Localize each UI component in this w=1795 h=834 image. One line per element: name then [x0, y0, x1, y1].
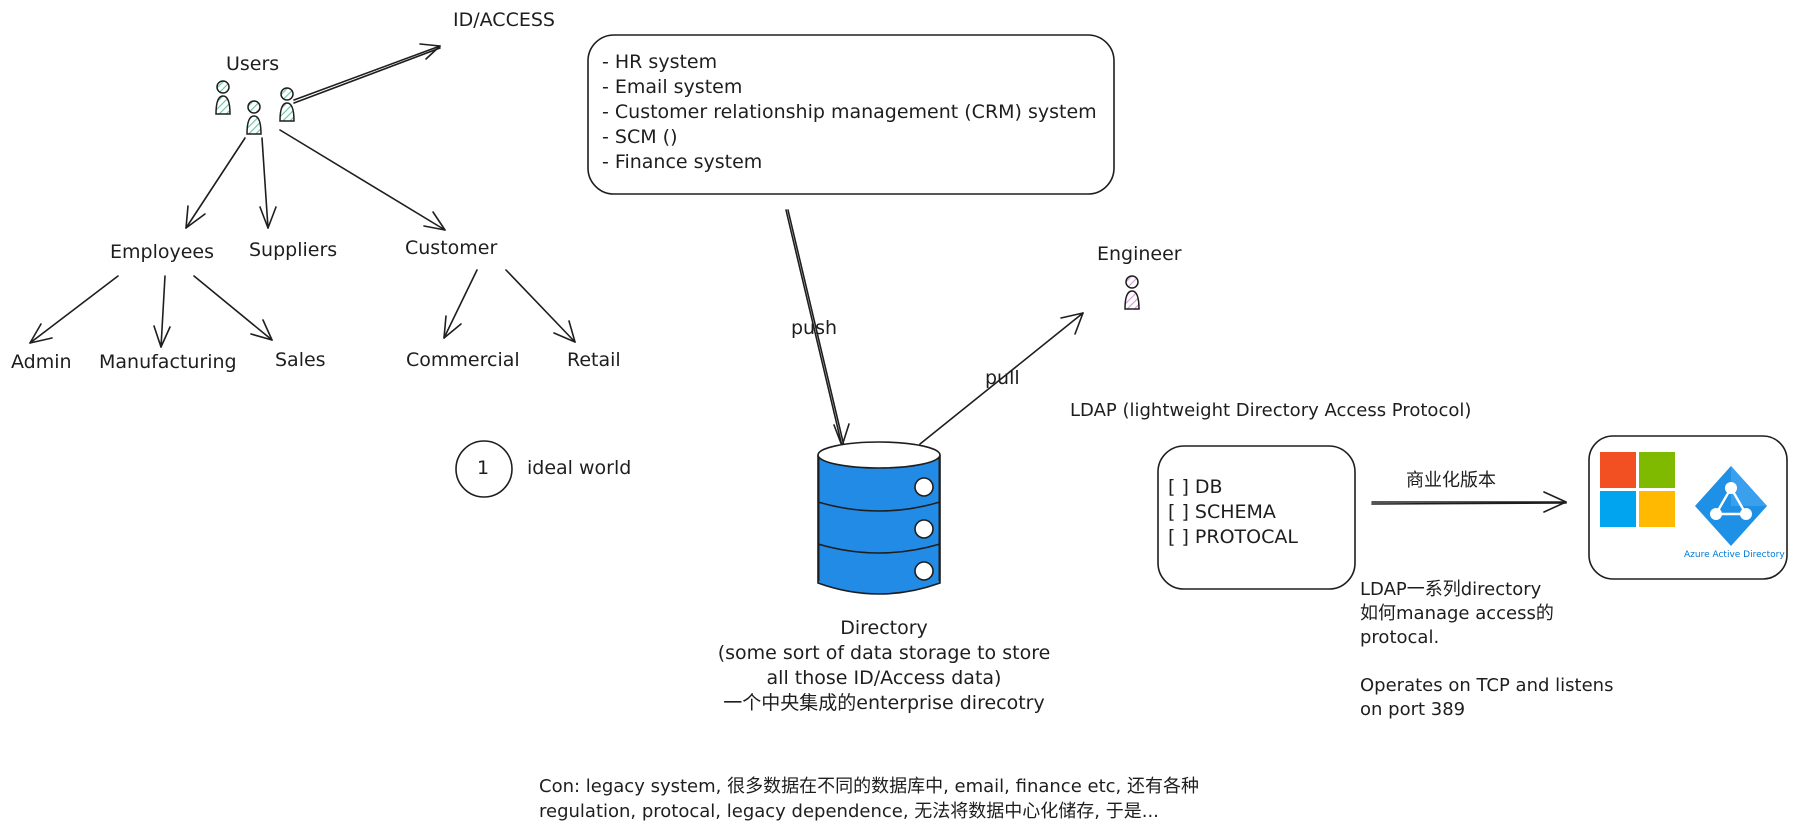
commercial-version-label: 商业化版本	[1406, 470, 1496, 491]
user-figure-3	[279, 87, 295, 122]
arrow-users-to-employees	[185, 137, 246, 229]
ldap-description: LDAP一系列directory 如何manage access的 protoc…	[1360, 578, 1613, 722]
con-note: Con: legacy system, 很多数据在不同的数据库中, email,…	[539, 774, 1199, 824]
directory-label: Directory (some sort of data storage to …	[679, 616, 1089, 716]
engineer-icon	[1124, 275, 1140, 310]
directory-line: all those ID/Access data)	[766, 667, 1002, 689]
engineer-label: Engineer	[1097, 243, 1182, 265]
directory-line: 一个中央集成的enterprise direcotry	[723, 692, 1045, 714]
ldap-desc-line	[1360, 650, 1613, 674]
suppliers-label: Suppliers	[249, 239, 338, 261]
con-line: Con: legacy system, 很多数据在不同的数据库中, email,…	[539, 776, 1199, 797]
users-label: Users	[226, 53, 280, 75]
user-figure-1	[215, 80, 231, 115]
arrow-commercial-version	[1371, 491, 1567, 513]
arrow-employees-to-sales	[193, 275, 273, 341]
ldap-desc-line: protocal.	[1360, 627, 1440, 648]
arrow-users-to-customer	[279, 129, 446, 231]
system-item: - Email system	[602, 76, 743, 98]
system-item: - SCM ()	[602, 126, 678, 148]
con-line: regulation, protocal, legacy dependence,…	[539, 801, 1159, 822]
checklist-item: [ ] PROTOCAL	[1168, 526, 1298, 548]
ldap-desc-line: Operates on TCP and listens	[1360, 675, 1614, 696]
employees-label: Employees	[110, 241, 214, 263]
ldap-desc-line: on port 389	[1360, 699, 1466, 720]
system-item: - HR system	[602, 51, 718, 73]
push-label: push	[791, 317, 838, 339]
azure-label: Azure Active Directory	[1684, 550, 1785, 560]
ldap-title: LDAP (lightweight Directory Access Proto…	[1070, 400, 1472, 421]
arrow-users-to-suppliers	[259, 137, 277, 229]
admin-label: Admin	[11, 351, 72, 373]
ldap-desc-line: LDAP一系列directory	[1360, 579, 1542, 600]
user-figure-2	[246, 100, 262, 135]
sales-label: Sales	[275, 349, 326, 371]
arrow-employees-to-manufacturing	[153, 275, 171, 348]
id-access-label: ID/ACCESS	[453, 9, 555, 31]
retail-label: Retail	[567, 349, 621, 371]
system-item: - Finance system	[602, 151, 763, 173]
arrow-customer-to-commercial	[443, 269, 478, 339]
arrow-employees-to-admin	[29, 275, 119, 344]
checklist-item: [ ] DB	[1168, 476, 1223, 498]
step-number: 1	[477, 457, 490, 479]
ldap-desc-line: 如何manage access的	[1360, 603, 1554, 624]
customer-label: Customer	[405, 237, 498, 259]
ldap-checklist: [ ] DB [ ] SCHEMA [ ] PROTOCAL	[1168, 475, 1298, 550]
arrow-customer-to-retail	[505, 269, 576, 343]
systems-list: - HR system - Email system - Customer re…	[602, 50, 1097, 175]
directory-line: (some sort of data storage to store	[717, 642, 1051, 664]
arrow-users-to-id-access	[293, 43, 441, 104]
directory-line: Directory	[840, 617, 928, 639]
directory-database-icon	[817, 441, 941, 595]
pull-label: pull	[985, 367, 1020, 389]
users-icon	[215, 80, 295, 135]
checklist-item: [ ] SCHEMA	[1168, 501, 1276, 523]
manufacturing-label: Manufacturing	[99, 351, 237, 373]
system-item: - Customer relationship management (CRM)…	[602, 101, 1097, 123]
commercial-label: Commercial	[406, 349, 520, 371]
ideal-world-label: ideal world	[527, 457, 632, 479]
